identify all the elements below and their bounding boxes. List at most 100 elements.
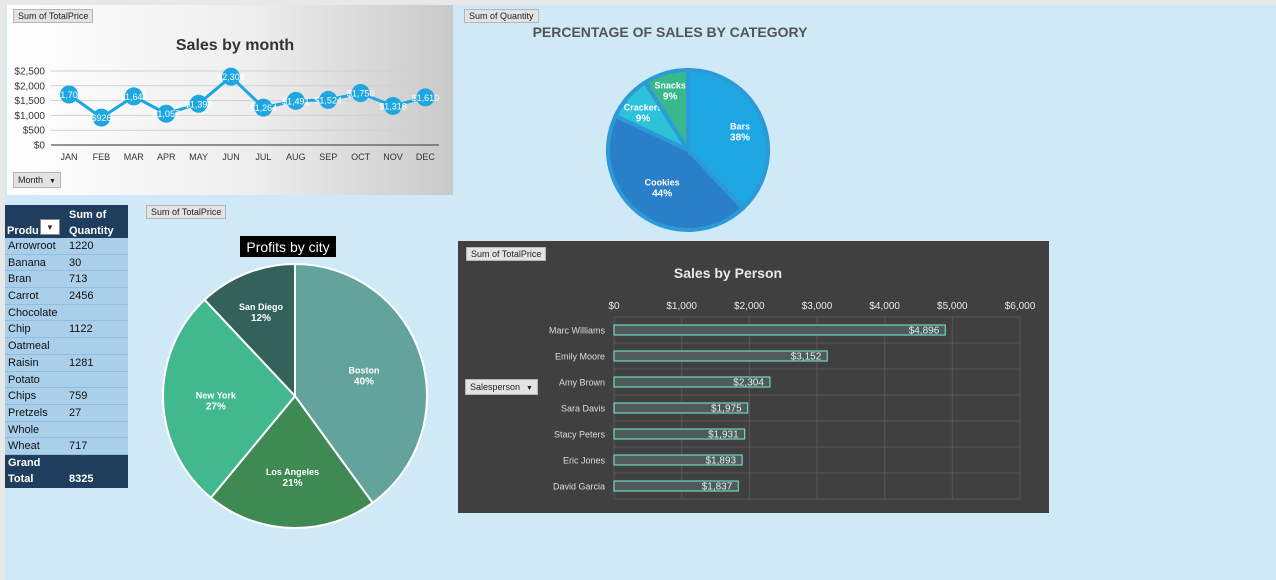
product-cell: Banana xyxy=(8,256,46,269)
data-label: $2,304 xyxy=(733,378,764,389)
profits-by-city-chart[interactable]: Sum of TotalPrice Profits by city Boston… xyxy=(140,203,450,543)
pivot-row[interactable]: Chip 1122 xyxy=(5,321,128,339)
y-tick-label: $2,000 xyxy=(14,81,45,92)
data-label: $1,931 xyxy=(708,430,739,441)
salesperson-filter-button[interactable]: Salesperson ▼ xyxy=(465,379,538,395)
data-label: $4,896 xyxy=(909,326,940,337)
sales-by-person-svg: Sales by Person $0 $1,000 $2,000 $3,000 $4,0… xyxy=(549,265,1036,500)
slice-label: Boston xyxy=(349,366,380,376)
month-filter-button[interactable]: Month ▼ xyxy=(13,172,61,188)
x-tick-label: $0 xyxy=(608,301,620,312)
sales-by-person-chart[interactable]: Sum of TotalPrice Sales by Person $0 $1,0… xyxy=(458,241,1049,513)
pivot-row[interactable]: Whole xyxy=(5,421,128,439)
quantity-cell: 30 xyxy=(69,256,82,269)
chart-title: Sales by Person xyxy=(674,265,782,281)
chart-title: Profits by city xyxy=(246,239,329,255)
product-cell: Pretzels xyxy=(8,406,48,419)
data-label: $1,706 xyxy=(55,90,83,100)
salesperson-filter-label: Salesperson xyxy=(470,382,521,392)
sum-of-totalprice-field-button[interactable]: Sum of TotalPrice xyxy=(466,247,547,261)
data-label: $1,057 xyxy=(152,109,180,119)
profits-pie-svg: Profits by city Boston40% Los Angeles21% N… xyxy=(162,236,428,529)
pivot-row[interactable]: Bran 713 xyxy=(5,271,128,289)
product-cell: Arrowroot xyxy=(8,240,56,252)
product-cell: Oatmeal xyxy=(8,340,50,353)
y-tick-label: $1,500 xyxy=(14,96,45,107)
x-tick-label: $4,000 xyxy=(869,301,900,312)
category-label: Amy Brown xyxy=(559,378,605,388)
slice-label: San Diego xyxy=(239,302,284,312)
data-label: $3,152 xyxy=(791,352,822,363)
slice-label: New York xyxy=(196,390,237,400)
data-label: $2,308 xyxy=(217,72,245,82)
pivot-row[interactable]: Carrot 2456 xyxy=(5,288,128,305)
category-chart[interactable]: Sum of Quantity PERCENTAGE OF SALES BY C… xyxy=(458,5,818,235)
pivot-row[interactable]: Banana 30 xyxy=(5,254,128,272)
x-tick-label: JAN xyxy=(60,152,77,162)
pivot-row[interactable]: Raisin 1281 xyxy=(5,354,128,372)
slice-label: Bars xyxy=(730,121,750,131)
pivot-header-quantity: Sum of Quantity xyxy=(69,209,114,237)
product-cell: Raisin xyxy=(8,356,39,369)
slice-percent: 12% xyxy=(251,313,271,324)
pivot-row[interactable]: Oatmeal xyxy=(5,338,128,355)
sum-of-quantity-field-button[interactable]: Sum of Quantity xyxy=(464,9,539,23)
chart-title: Sales by month xyxy=(176,37,294,54)
product-cell: Whole xyxy=(8,423,40,436)
sum-of-totalprice-field-button[interactable]: Sum of TotalPrice xyxy=(146,205,227,219)
chevron-down-icon: ▼ xyxy=(526,385,533,392)
category-label: David Garcia xyxy=(553,482,605,492)
data-label: $1,641 xyxy=(120,92,148,102)
x-tick-label: AUG xyxy=(286,152,306,162)
data-label: $1,893 xyxy=(705,456,736,467)
pivot-row[interactable]: Potato xyxy=(5,371,128,389)
pivot-table[interactable]: Produ ▼ Sum of Quantity Arrowroot 1220 Ban… xyxy=(5,205,128,488)
chart-title: PERCENTAGE OF SALES BY CATEGORY xyxy=(533,24,809,40)
data-label: $1,610 xyxy=(412,93,440,103)
data-label: $1,264 xyxy=(250,103,278,113)
slice-label: Los Angeles xyxy=(266,467,319,477)
pivot-row[interactable]: Chocolate xyxy=(5,304,128,322)
x-tick-label: $2,000 xyxy=(734,301,765,312)
slice-label: Cookies xyxy=(645,178,680,188)
quantity-cell: 1220 xyxy=(69,240,94,252)
data-label: $1,491 xyxy=(282,96,310,106)
slice-percent: 9% xyxy=(636,113,651,124)
data-label: $926 xyxy=(91,113,111,123)
product-cell: Chip xyxy=(8,323,31,336)
data-label: $1,975 xyxy=(711,404,742,415)
quantity-cell: 27 xyxy=(69,406,82,419)
quantity-cell: 2456 xyxy=(69,290,94,303)
quantity-cell: 1122 xyxy=(69,323,93,336)
x-tick-label: SEP xyxy=(319,152,337,162)
y-tick-label: $2,500 xyxy=(14,67,45,78)
data-label: $1,393 xyxy=(185,99,213,109)
quantity-cell: 713 xyxy=(69,273,88,286)
data-label: $1,524 xyxy=(314,95,342,105)
product-cell: Chocolate xyxy=(8,306,58,319)
x-tick-label: $3,000 xyxy=(802,301,833,312)
pivot-row[interactable]: Pretzels 27 xyxy=(5,404,128,422)
row-filter-dropdown-icon[interactable]: ▼ xyxy=(40,219,60,235)
month-filter-label: Month xyxy=(18,175,44,185)
x-tick-label: MAR xyxy=(124,152,145,162)
category-label: Emily Moore xyxy=(555,352,605,362)
quantity-cell: 717 xyxy=(69,440,88,453)
bar[interactable] xyxy=(613,324,946,336)
quantity-cell: 1281 xyxy=(69,356,94,369)
slice-percent: 27% xyxy=(206,401,226,412)
slice-percent: 38% xyxy=(730,132,750,143)
slice-percent: 21% xyxy=(283,478,303,489)
sales-by-month-chart[interactable]: Sum of TotalPrice Sales by month $0 $500 $… xyxy=(7,5,453,195)
pivot-row[interactable]: Wheat 717 xyxy=(5,438,128,455)
x-tick-label: JUL xyxy=(255,152,271,162)
product-cell: Chips xyxy=(8,390,37,403)
data-label: $1,756 xyxy=(347,89,375,99)
x-tick-label: OCT xyxy=(351,152,371,162)
pivot-row[interactable]: Arrowroot 1220 xyxy=(5,238,128,255)
slice-percent: 40% xyxy=(354,377,374,388)
slice-percent: 44% xyxy=(652,189,672,200)
pivot-row[interactable]: Chips 759 xyxy=(5,388,128,405)
category-label: Stacy Peters xyxy=(554,430,606,440)
pivot-rows: Arrowroot 1220 Banana 30 Bran 713 Carrot 2456 Ch… xyxy=(5,238,128,455)
